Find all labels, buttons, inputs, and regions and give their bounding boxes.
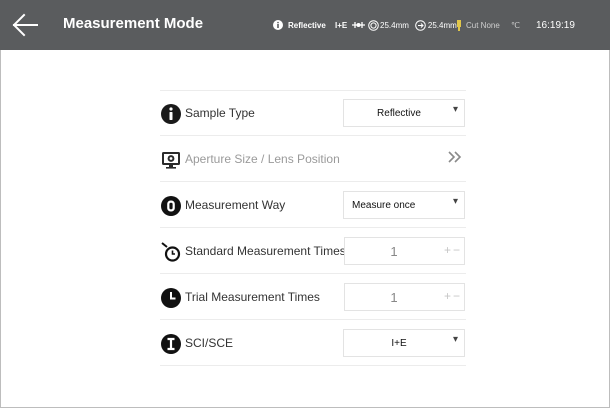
- setting-row-aperture[interactable]: Aperture Size / Lens Position: [160, 136, 466, 182]
- sci-sce-select[interactable]: I+E ▾: [343, 329, 465, 357]
- aperture-lens-icon: [162, 152, 180, 169]
- status-sample-type: Reflective: [273, 0, 326, 50]
- clock-icon: [161, 288, 181, 308]
- info-icon: [161, 104, 181, 124]
- dropdown-caret-icon: ▾: [452, 334, 458, 345]
- measurement-way-value: Measure once: [352, 200, 416, 211]
- setting-row-standard-times: Standard Measurement Times 1 + −: [160, 228, 466, 274]
- measurement-way-select[interactable]: Measure once ▾: [343, 191, 465, 219]
- status-aperture: 25.4mm 25.4mm: [352, 0, 457, 50]
- setting-row-measurement-way: Measurement Way Measure once ▾: [160, 182, 466, 228]
- trial-times-value: 1: [390, 290, 398, 305]
- sample-type-value: Reflective: [377, 108, 421, 119]
- status-temperature-unit: ℃: [511, 20, 520, 30]
- status-sci-sce: I+E: [335, 20, 348, 30]
- measurement-way-label: Measurement Way: [185, 198, 286, 212]
- sci-sce-label: SCI/SCE: [185, 336, 234, 350]
- double-chevron-right-icon[interactable]: [447, 149, 463, 165]
- decrement-button[interactable]: −: [453, 289, 460, 303]
- standard-times-label: Standard Measurement Times: [185, 244, 346, 258]
- page-title: Measurement Mode: [63, 15, 204, 32]
- info-icon: [273, 20, 283, 30]
- back-arrow-icon[interactable]: [12, 13, 38, 37]
- dropdown-caret-icon: ▾: [452, 104, 458, 115]
- top-bar: Measurement Mode Reflective I+E 25.4mm 2…: [0, 0, 610, 50]
- decrement-button[interactable]: −: [453, 243, 460, 257]
- aperture-icon: [368, 19, 379, 31]
- aperture-arrow-icon: [415, 19, 426, 31]
- increment-button[interactable]: +: [444, 243, 451, 257]
- status-time: 16:19:19: [536, 19, 575, 31]
- increment-button[interactable]: +: [444, 289, 451, 303]
- sci-sce-value: I+E: [391, 338, 407, 349]
- timer-icon: [161, 242, 181, 262]
- standard-times-value: 1: [390, 244, 398, 259]
- dropdown-caret-icon: ▾: [452, 196, 458, 207]
- setting-row-sample-type: Sample Type Reflective ▾: [160, 90, 466, 136]
- trial-times-stepper[interactable]: 1 + −: [344, 283, 465, 311]
- sample-type-select[interactable]: Reflective ▾: [343, 99, 465, 127]
- standard-times-stepper[interactable]: 1 + −: [344, 237, 465, 265]
- setting-row-trial-times: Trial Measurement Times 1 + −: [160, 274, 466, 320]
- status-cut: Cut None: [456, 0, 500, 50]
- sample-type-label: Sample Type: [185, 106, 255, 120]
- measure-way-icon: [161, 196, 181, 216]
- cut-icon: [457, 19, 461, 31]
- setting-row-sci-sce: SCI/SCE I+E ▾: [160, 320, 466, 366]
- sci-sce-icon: [161, 334, 181, 354]
- trial-times-label: Trial Measurement Times: [185, 290, 320, 304]
- aperture-lens-label: Aperture Size / Lens Position: [185, 152, 340, 166]
- lens-position-icon: [352, 22, 365, 28]
